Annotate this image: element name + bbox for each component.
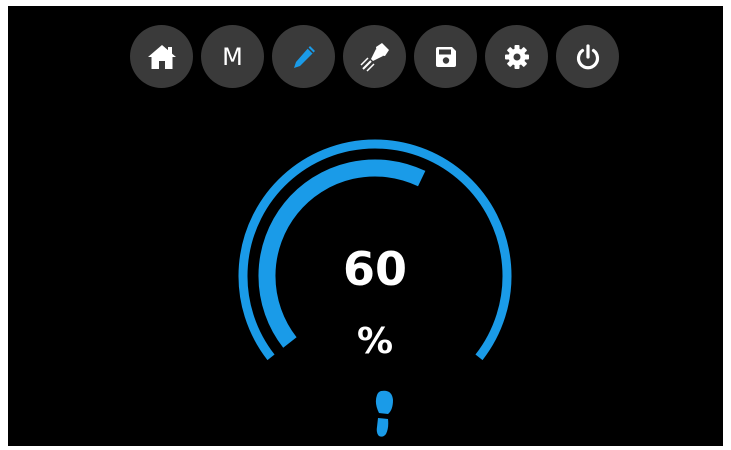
- machine-display: M 60 %: [8, 6, 723, 446]
- gauge-unit: %: [356, 321, 394, 362]
- gauge-value: 60: [342, 242, 407, 296]
- foot-icon: [375, 390, 393, 437]
- speed-gauge: [238, 139, 512, 361]
